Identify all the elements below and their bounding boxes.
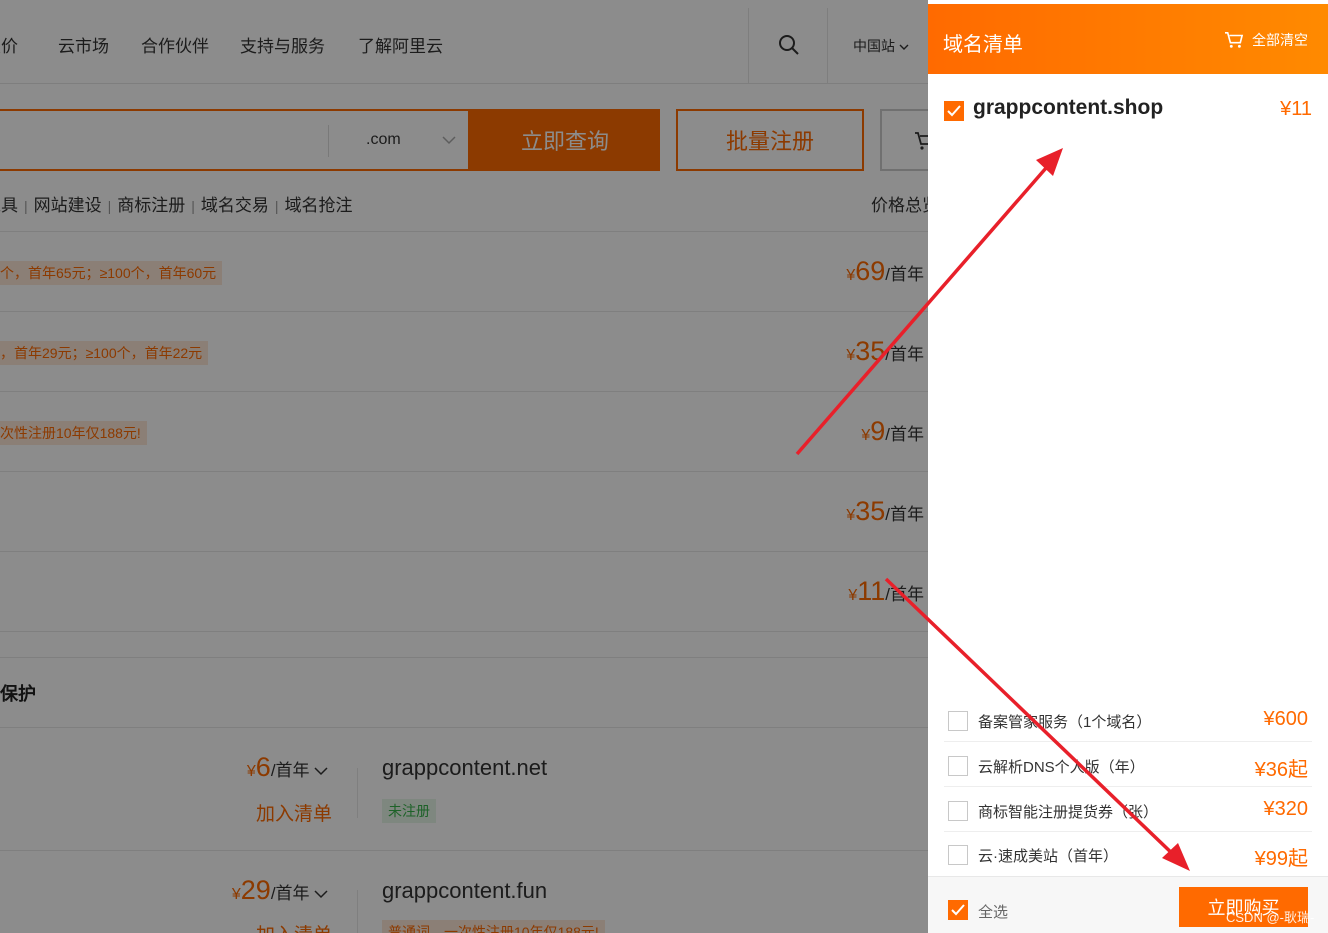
cart-icon	[1225, 31, 1244, 48]
domain-list-drawer: 域名清单 全部清空 grappcontent.shop ¥11 备案管家服务（1…	[928, 0, 1328, 933]
addon-price: ¥320	[1263, 798, 1309, 820]
selected-domain-price: ¥11	[1280, 98, 1312, 120]
domain-checkbox[interactable]	[944, 101, 964, 121]
select-all-checkbox[interactable]	[948, 900, 968, 920]
addon-label: 云解析DNS个人版（年）	[978, 759, 1145, 776]
check-icon	[947, 105, 961, 117]
addon-price: ¥36起	[1254, 759, 1308, 781]
check-icon	[951, 904, 965, 916]
addon-price: ¥99起	[1254, 848, 1308, 870]
drawer-footer: 全选 立即购买 CSDN @-耿瑞-	[928, 876, 1328, 933]
selected-domain: grappcontent.shop	[973, 96, 1164, 119]
addon-checkbox[interactable]	[948, 711, 968, 731]
watermark: CSDN @-耿瑞-	[1226, 910, 1315, 925]
clear-all-label: 全部清空	[1252, 32, 1308, 48]
list-item[interactable]: 云·速成美站（首年） ¥99起	[944, 832, 1312, 876]
addon-checkbox[interactable]	[948, 845, 968, 865]
clear-all-button[interactable]: 全部清空	[1224, 30, 1308, 50]
drawer-header: 域名清单 全部清空	[928, 4, 1328, 74]
addon-label: 商标智能注册提货券（张）	[978, 804, 1159, 821]
addon-checkbox[interactable]	[948, 756, 968, 776]
addon-label: 备案管家服务（1个域名）	[978, 714, 1152, 731]
drawer-title: 域名清单	[943, 34, 1023, 56]
addon-checkbox[interactable]	[948, 801, 968, 821]
addon-label: 云·速成美站（首年）	[978, 848, 1118, 865]
list-item[interactable]: 云解析DNS个人版（年） ¥36起	[944, 743, 1312, 787]
select-all-label: 全选	[978, 904, 1009, 921]
modal-overlay[interactable]	[0, 0, 928, 933]
list-item[interactable]: 备案管家服务（1个域名） ¥600	[944, 698, 1312, 742]
list-item[interactable]: 商标智能注册提货券（张） ¥320	[944, 788, 1312, 832]
addon-price: ¥600	[1263, 708, 1309, 730]
